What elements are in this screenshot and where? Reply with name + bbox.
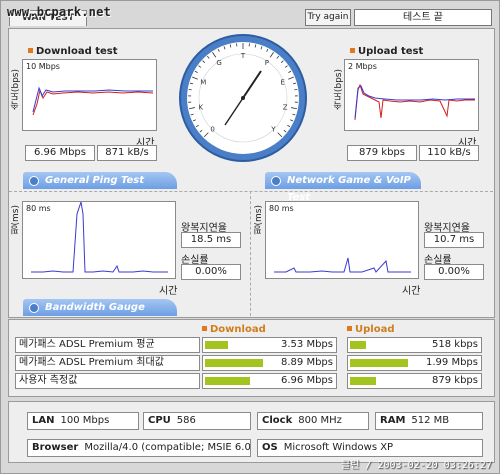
footer-timestamp: 클린 / 2003-02-20 03:26:27 xyxy=(341,460,492,471)
upload-bar-max: 1.99 Mbps xyxy=(347,355,482,371)
ping-x-label: 시간 xyxy=(159,286,178,297)
download-kbs: 871 kB/s xyxy=(97,145,157,161)
ping-y-label: 핑(ms) xyxy=(11,205,21,235)
bandwidth-gauge-banner: Bandwidth Gauge xyxy=(23,299,177,316)
upload-graph: 2 Mbps xyxy=(344,59,479,131)
os-info: OS Microsoft Windows XP xyxy=(257,439,483,457)
gauge-tick-label: K xyxy=(199,103,204,111)
download-bar-user: 6.96 Mbps xyxy=(202,373,337,389)
system-info-panel: LAN 100 Mbps CPU 586 Clock 800 MHz RAM 512 M… xyxy=(8,401,495,463)
ping-rtt-value: 18.5 ms xyxy=(181,232,241,248)
upload-kbps: 879 kbps xyxy=(347,145,417,161)
bandwidth-row-label: 사용자 측정값 xyxy=(15,373,200,389)
game-y-label: 핑(ms) xyxy=(254,205,264,235)
bandwidth-row-label: 메가패스 ADSL Premium 최대값 xyxy=(15,355,200,371)
ping-series xyxy=(31,202,168,273)
download-series xyxy=(32,86,154,116)
clock-info: Clock 800 MHz xyxy=(257,412,369,430)
upload-bar-average: 518 kbps xyxy=(347,337,482,353)
bandwidth-row-label: 메가패스 ADSL Premium 평균 xyxy=(15,337,200,353)
gauge-tick-label: M xyxy=(200,79,206,87)
general-ping-banner: General Ping Test xyxy=(23,172,177,189)
upload-kbs: 110 kB/s xyxy=(419,145,479,161)
gauge-tick-label: E xyxy=(281,79,285,87)
cpu-info: CPU 586 xyxy=(143,412,251,430)
download-mbps: 6.96 Mbps xyxy=(25,145,95,161)
ram-info: RAM 512 MB xyxy=(375,412,483,430)
gauge-tick-label: P xyxy=(265,59,269,67)
bandwidth-panel: Download Upload 메가패스 ADSL Premium 평균 3.5… xyxy=(8,319,495,397)
site-watermark: www.bcpark.net xyxy=(7,5,111,19)
game-x-label: 시간 xyxy=(402,286,421,297)
game-series xyxy=(274,257,411,273)
gauge-tick-label: G xyxy=(216,59,221,67)
download-bar-max: 8.89 Mbps xyxy=(202,355,337,371)
upload-column-header: Upload xyxy=(347,324,394,335)
gauge-tick-label: Z xyxy=(283,103,288,111)
upload-series xyxy=(354,83,475,121)
lan-info: LAN 100 Mbps xyxy=(27,412,139,430)
download-bar-average: 3.53 Mbps xyxy=(202,337,337,353)
gauge-tick-label: T xyxy=(240,52,246,60)
gauge-tick-label: Y xyxy=(270,125,276,133)
status-display: 테스트 끝 xyxy=(354,9,492,26)
browser-info: Browser Mozilla/4.0 (compatible; MSIE 6.0 xyxy=(27,439,251,457)
ping-graph: 80 ms xyxy=(22,201,176,279)
gauge-tick-label: 0 xyxy=(210,125,214,133)
game-rtt-value: 10.7 ms xyxy=(424,232,484,248)
game-loss-value: 0.00% xyxy=(424,264,484,280)
ping-loss-value: 0.00% xyxy=(181,264,241,280)
divider-vertical xyxy=(250,191,251,316)
download-y-label: 속도(bps) xyxy=(11,69,21,111)
try-again-button[interactable]: Try again xyxy=(305,9,351,26)
upload-bar-user: 879 kbps xyxy=(347,373,482,389)
download-column-header: Download xyxy=(202,324,266,335)
divider-horizontal xyxy=(9,191,493,192)
game-voip-banner: Network Game & VoIP Test xyxy=(265,172,421,203)
download-title: Download test xyxy=(28,46,118,57)
wan-test-window: www.bcpark.net WAN TEST Try again 테스트 끝 … xyxy=(0,0,500,474)
speed-gauge: 0 K M G T P E Z Y xyxy=(179,34,307,162)
download-graph: 10 Mbps xyxy=(22,59,157,131)
upload-title: Upload test xyxy=(350,46,423,57)
game-graph: 80 ms xyxy=(265,201,419,279)
